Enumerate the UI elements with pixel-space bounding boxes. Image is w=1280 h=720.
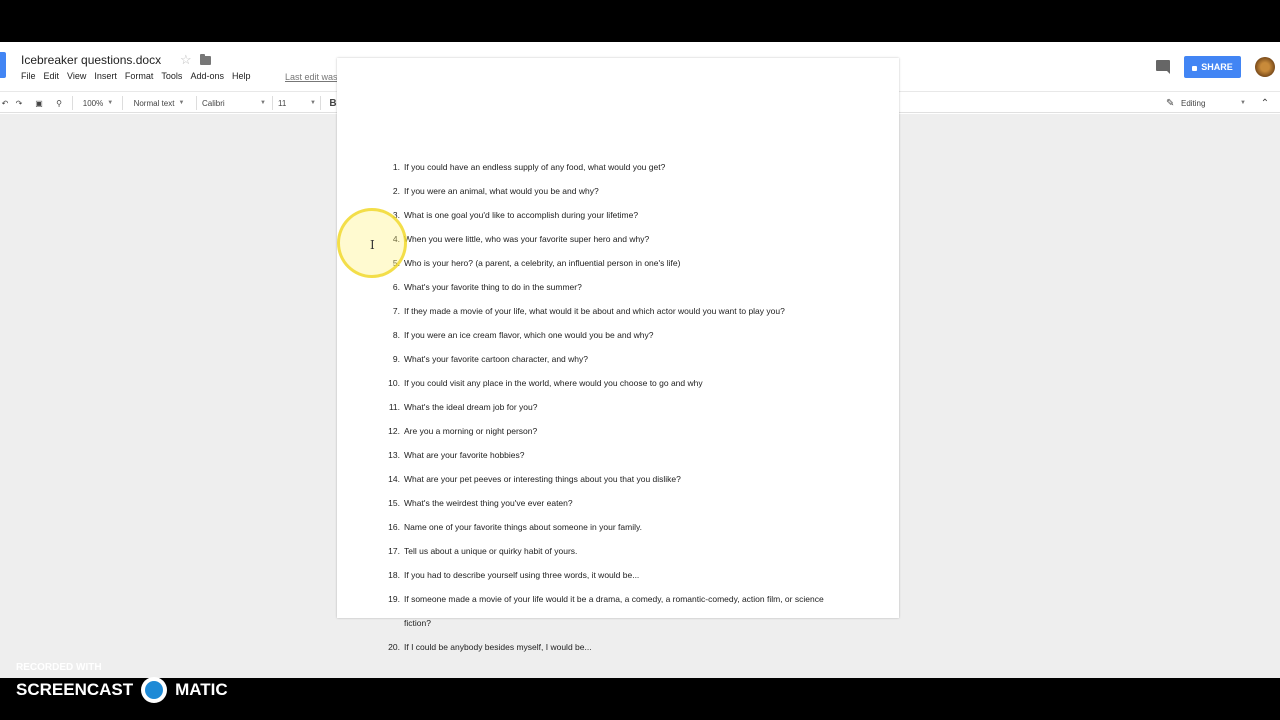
- menu-tools[interactable]: Tools: [161, 71, 182, 81]
- menu-help[interactable]: Help: [232, 71, 251, 81]
- toolbar-divider: [272, 96, 273, 110]
- docs-window: Icebreaker questions.docx ☆ File Edit Vi…: [0, 42, 1280, 678]
- zoom-select[interactable]: 100% ▼: [78, 96, 118, 110]
- lock-icon: [1192, 65, 1198, 71]
- menu-insert[interactable]: Insert: [94, 71, 117, 81]
- chevron-down-icon: ▼: [178, 100, 185, 106]
- print-icon[interactable]: ▣: [32, 96, 46, 110]
- watermark-brand-left: SCREENCAST: [16, 680, 134, 699]
- font-value: Calibri: [202, 98, 225, 108]
- toolbar-divider: [122, 96, 123, 110]
- avatar[interactable]: [1255, 57, 1275, 77]
- folder-icon[interactable]: [200, 54, 211, 65]
- toolbar-divider: [196, 96, 197, 110]
- menu-edit[interactable]: Edit: [44, 71, 60, 81]
- document-title[interactable]: Icebreaker questions.docx: [21, 53, 161, 67]
- docs-logo-icon[interactable]: [0, 52, 6, 78]
- font-select[interactable]: Calibri ▼: [202, 96, 266, 110]
- font-size-value: 11: [278, 98, 287, 108]
- watermark-brand: SCREENCAST MATIC: [16, 677, 228, 703]
- pencil-icon: ✎: [1166, 97, 1175, 109]
- toolbar-divider: [72, 96, 73, 110]
- menu-format[interactable]: Format: [125, 71, 154, 81]
- editing-mode-label: Editing: [1180, 98, 1206, 108]
- comments-icon[interactable]: [1156, 60, 1170, 74]
- toolbar-divider: [320, 96, 321, 110]
- menu-file[interactable]: File: [21, 71, 36, 81]
- style-select[interactable]: Normal text ▼: [128, 96, 190, 110]
- screencast-watermark: RECORDED WITH SCREENCAST MATIC: [16, 662, 228, 703]
- screencast-logo-icon: [141, 677, 168, 703]
- collapse-icon[interactable]: ⌃: [1258, 96, 1272, 110]
- share-button[interactable]: SHARE: [1184, 56, 1241, 78]
- chevron-down-icon: ▼: [310, 100, 316, 106]
- menu-view[interactable]: View: [67, 71, 86, 81]
- chevron-down-icon: ▼: [107, 100, 114, 106]
- text-cursor-icon: I: [370, 238, 375, 252]
- menu-bar: File Edit View Insert Format Tools Add-o…: [21, 71, 258, 81]
- font-size-select[interactable]: 11 ▼: [278, 96, 316, 110]
- editing-mode-select[interactable]: ✎ Editing ▼: [1166, 96, 1246, 110]
- watermark-recorded: RECORDED WITH: [16, 662, 102, 673]
- paint-format-icon[interactable]: ⚲: [52, 96, 66, 110]
- menu-addons[interactable]: Add-ons: [190, 71, 224, 81]
- zoom-value: 100%: [82, 98, 104, 108]
- star-icon[interactable]: ☆: [180, 52, 192, 68]
- style-value: Normal text: [133, 98, 175, 108]
- chevron-down-icon: ▼: [260, 100, 266, 106]
- watermark-brand-right: MATIC: [175, 680, 228, 699]
- share-label: SHARE: [1201, 62, 1233, 72]
- redo-icon[interactable]: ↷: [12, 96, 26, 110]
- undo-icon[interactable]: ↶: [0, 96, 12, 110]
- chevron-down-icon: ▼: [1240, 100, 1246, 106]
